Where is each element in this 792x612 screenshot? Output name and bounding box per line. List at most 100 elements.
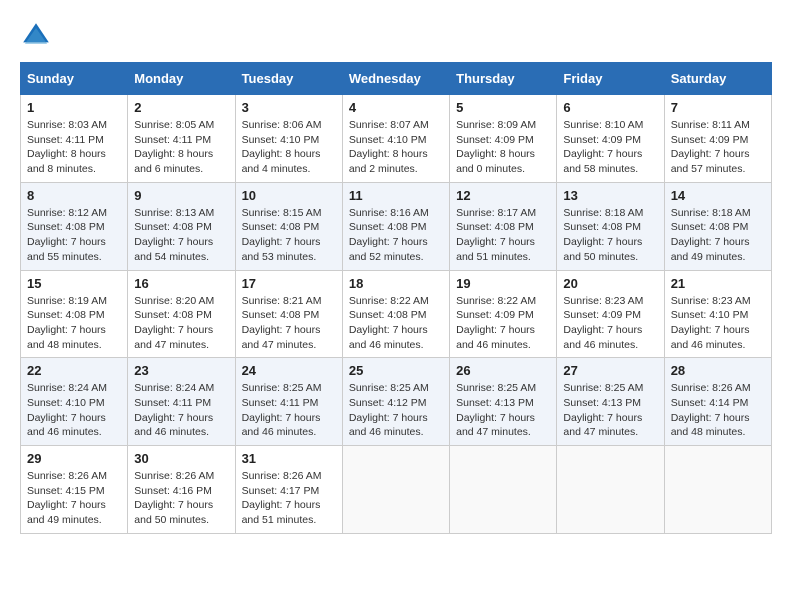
calendar-cell: [342, 446, 449, 534]
day-info: Sunrise: 8:21 AMSunset: 4:08 PMDaylight:…: [242, 295, 322, 351]
day-info: Sunrise: 8:19 AMSunset: 4:08 PMDaylight:…: [27, 295, 107, 351]
day-info: Sunrise: 8:03 AMSunset: 4:11 PMDaylight:…: [27, 119, 107, 175]
day-number: 31: [242, 451, 336, 466]
calendar-week-row: 15 Sunrise: 8:19 AMSunset: 4:08 PMDayligh…: [21, 270, 772, 358]
calendar-table: SundayMondayTuesdayWednesdayThursdayFrid…: [20, 62, 772, 534]
day-info: Sunrise: 8:25 AMSunset: 4:11 PMDaylight:…: [242, 382, 322, 438]
day-number: 13: [563, 188, 657, 203]
col-header-thursday: Thursday: [450, 63, 557, 95]
day-number: 27: [563, 363, 657, 378]
day-number: 24: [242, 363, 336, 378]
col-header-friday: Friday: [557, 63, 664, 95]
calendar-cell: 7 Sunrise: 8:11 AMSunset: 4:09 PMDaylight…: [664, 95, 771, 183]
day-number: 7: [671, 100, 765, 115]
calendar-cell: 22Sunrise: 8:24 AMSunset: 4:10 PMDayligh…: [21, 358, 128, 446]
day-number: 25: [349, 363, 443, 378]
calendar-header-row: SundayMondayTuesdayWednesdayThursdayFrid…: [21, 63, 772, 95]
day-info: Sunrise: 8:15 AMSunset: 4:08 PMDaylight:…: [242, 207, 322, 263]
calendar-cell: 3 Sunrise: 8:06 AMSunset: 4:10 PMDaylight…: [235, 95, 342, 183]
calendar-week-row: 8 Sunrise: 8:12 AMSunset: 4:08 PMDaylight…: [21, 182, 772, 270]
day-info: Sunrise: 8:09 AMSunset: 4:09 PMDaylight:…: [456, 119, 536, 175]
calendar-cell: [450, 446, 557, 534]
day-number: 10: [242, 188, 336, 203]
day-info: Sunrise: 8:12 AMSunset: 4:08 PMDaylight:…: [27, 207, 107, 263]
calendar-cell: 21 Sunrise: 8:23 AMSunset: 4:10 PMDayligh…: [664, 270, 771, 358]
calendar-week-row: 1 Sunrise: 8:03 AMSunset: 4:11 PMDaylight…: [21, 95, 772, 183]
day-info: Sunrise: 8:06 AMSunset: 4:10 PMDaylight:…: [242, 119, 322, 175]
day-number: 11: [349, 188, 443, 203]
day-info: Sunrise: 8:26 AMSunset: 4:17 PMDaylight:…: [242, 470, 322, 526]
calendar-cell: 10 Sunrise: 8:15 AMSunset: 4:08 PMDayligh…: [235, 182, 342, 270]
col-header-wednesday: Wednesday: [342, 63, 449, 95]
calendar-cell: 19Sunrise: 8:22 AMSunset: 4:09 PMDayligh…: [450, 270, 557, 358]
day-info: Sunrise: 8:25 AMSunset: 4:12 PMDaylight:…: [349, 382, 429, 438]
day-info: Sunrise: 8:10 AMSunset: 4:09 PMDaylight:…: [563, 119, 643, 175]
calendar-cell: 17 Sunrise: 8:21 AMSunset: 4:08 PMDayligh…: [235, 270, 342, 358]
day-number: 3: [242, 100, 336, 115]
day-info: Sunrise: 8:24 AMSunset: 4:11 PMDaylight:…: [134, 382, 214, 438]
day-number: 21: [671, 276, 765, 291]
day-number: 14: [671, 188, 765, 203]
calendar-cell: 26Sunrise: 8:25 AMSunset: 4:13 PMDayligh…: [450, 358, 557, 446]
day-number: 17: [242, 276, 336, 291]
calendar-cell: 27 Sunrise: 8:25 AMSunset: 4:13 PMDayligh…: [557, 358, 664, 446]
day-number: 23: [134, 363, 228, 378]
day-number: 29: [27, 451, 121, 466]
col-header-saturday: Saturday: [664, 63, 771, 95]
calendar-cell: 30 Sunrise: 8:26 AMSunset: 4:16 PMDayligh…: [128, 446, 235, 534]
day-info: Sunrise: 8:11 AMSunset: 4:09 PMDaylight:…: [671, 119, 750, 175]
calendar-cell: 28Sunrise: 8:26 AMSunset: 4:14 PMDayligh…: [664, 358, 771, 446]
day-info: Sunrise: 8:26 AMSunset: 4:16 PMDaylight:…: [134, 470, 214, 526]
calendar-cell: [664, 446, 771, 534]
calendar-cell: 12 Sunrise: 8:17 AMSunset: 4:08 PMDayligh…: [450, 182, 557, 270]
calendar-cell: 23 Sunrise: 8:24 AMSunset: 4:11 PMDayligh…: [128, 358, 235, 446]
col-header-tuesday: Tuesday: [235, 63, 342, 95]
day-info: Sunrise: 8:25 AMSunset: 4:13 PMDaylight:…: [563, 382, 643, 438]
day-number: 6: [563, 100, 657, 115]
day-info: Sunrise: 8:25 AMSunset: 4:13 PMDaylight:…: [456, 382, 536, 438]
day-info: Sunrise: 8:26 AMSunset: 4:15 PMDaylight:…: [27, 470, 107, 526]
calendar-cell: 31 Sunrise: 8:26 AMSunset: 4:17 PMDayligh…: [235, 446, 342, 534]
day-number: 20: [563, 276, 657, 291]
calendar-cell: 8 Sunrise: 8:12 AMSunset: 4:08 PMDaylight…: [21, 182, 128, 270]
calendar-cell: 16 Sunrise: 8:20 AMSunset: 4:08 PMDayligh…: [128, 270, 235, 358]
day-number: 12: [456, 188, 550, 203]
day-number: 8: [27, 188, 121, 203]
day-info: Sunrise: 8:13 AMSunset: 4:08 PMDaylight:…: [134, 207, 214, 263]
day-number: 30: [134, 451, 228, 466]
page-header: [20, 20, 772, 52]
day-info: Sunrise: 8:22 AMSunset: 4:08 PMDaylight:…: [349, 295, 429, 351]
col-header-monday: Monday: [128, 63, 235, 95]
day-number: 15: [27, 276, 121, 291]
day-number: 9: [134, 188, 228, 203]
day-number: 16: [134, 276, 228, 291]
calendar-cell: 20Sunrise: 8:23 AMSunset: 4:09 PMDayligh…: [557, 270, 664, 358]
day-info: Sunrise: 8:05 AMSunset: 4:11 PMDaylight:…: [134, 119, 214, 175]
day-info: Sunrise: 8:17 AMSunset: 4:08 PMDaylight:…: [456, 207, 536, 263]
calendar-cell: 11 Sunrise: 8:16 AMSunset: 4:08 PMDayligh…: [342, 182, 449, 270]
day-info: Sunrise: 8:26 AMSunset: 4:14 PMDaylight:…: [671, 382, 751, 438]
day-info: Sunrise: 8:20 AMSunset: 4:08 PMDaylight:…: [134, 295, 214, 351]
day-number: 4: [349, 100, 443, 115]
day-info: Sunrise: 8:22 AMSunset: 4:09 PMDaylight:…: [456, 295, 536, 351]
logo: [20, 20, 56, 52]
day-info: Sunrise: 8:16 AMSunset: 4:08 PMDaylight:…: [349, 207, 429, 263]
calendar-cell: 5 Sunrise: 8:09 AMSunset: 4:09 PMDaylight…: [450, 95, 557, 183]
calendar-cell: 2 Sunrise: 8:05 AMSunset: 4:11 PMDaylight…: [128, 95, 235, 183]
calendar-cell: 29 Sunrise: 8:26 AMSunset: 4:15 PMDayligh…: [21, 446, 128, 534]
calendar-cell: 9 Sunrise: 8:13 AMSunset: 4:08 PMDaylight…: [128, 182, 235, 270]
day-number: 5: [456, 100, 550, 115]
calendar-cell: 6 Sunrise: 8:10 AMSunset: 4:09 PMDaylight…: [557, 95, 664, 183]
day-number: 22: [27, 363, 121, 378]
col-header-sunday: Sunday: [21, 63, 128, 95]
calendar-cell: 1 Sunrise: 8:03 AMSunset: 4:11 PMDaylight…: [21, 95, 128, 183]
calendar-cell: 18Sunrise: 8:22 AMSunset: 4:08 PMDayligh…: [342, 270, 449, 358]
day-info: Sunrise: 8:18 AMSunset: 4:08 PMDaylight:…: [671, 207, 751, 263]
calendar-cell: 4 Sunrise: 8:07 AMSunset: 4:10 PMDaylight…: [342, 95, 449, 183]
day-number: 2: [134, 100, 228, 115]
day-number: 1: [27, 100, 121, 115]
day-info: Sunrise: 8:23 AMSunset: 4:10 PMDaylight:…: [671, 295, 751, 351]
calendar-cell: [557, 446, 664, 534]
day-info: Sunrise: 8:07 AMSunset: 4:10 PMDaylight:…: [349, 119, 429, 175]
calendar-cell: 13Sunrise: 8:18 AMSunset: 4:08 PMDayligh…: [557, 182, 664, 270]
